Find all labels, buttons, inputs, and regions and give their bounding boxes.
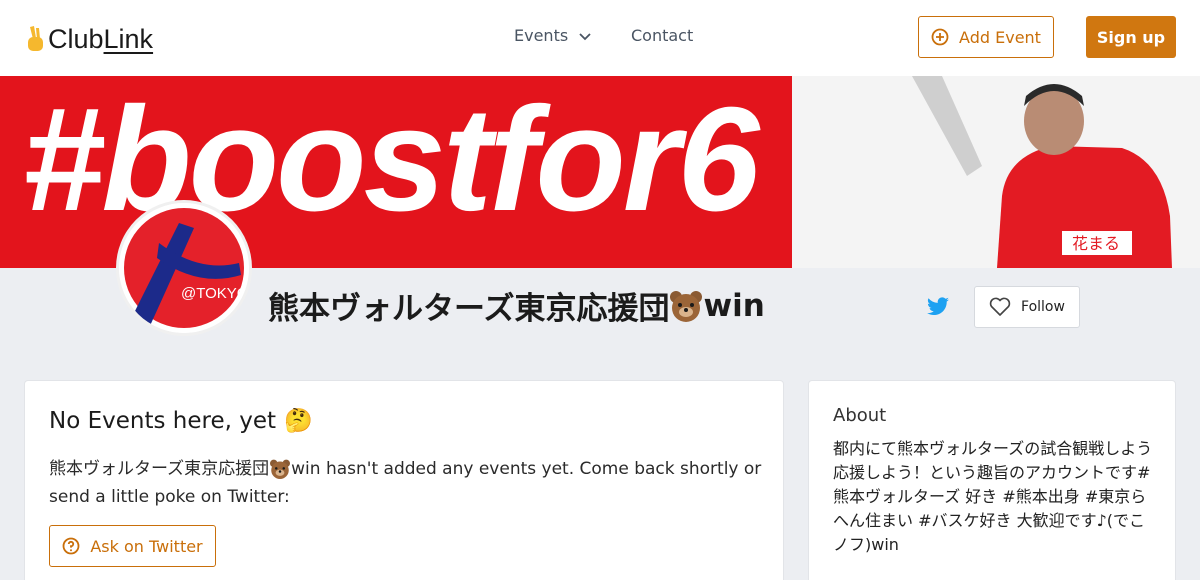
club-name-suffix: win [703,287,765,324]
add-event-button[interactable]: Add Event [918,16,1054,58]
logo-text-link: Link [103,23,154,54]
nav-contact[interactable]: Contact [631,26,693,45]
events-empty-message: 熊本ヴォルターズ東京応援団 win hasn't added any event… [49,455,763,511]
svg-text:花まる: 花まる [1072,235,1120,253]
signup-label: Sign up [1096,27,1166,47]
question-circle-icon [62,537,80,555]
club-name-text: 熊本ヴォルターズ東京応援団 [268,291,670,327]
avatar-text: @TOKYO [181,285,248,302]
chevron-down-icon [579,32,591,40]
follow-button[interactable]: Follow [974,286,1080,328]
follow-label: Follow [1021,299,1065,315]
ask-on-twitter-button[interactable]: Ask on Twitter [49,525,216,567]
player-photo: 花まる [792,76,1200,268]
site-header: Club Link Events Contact Add Event Sign u… [0,0,1200,76]
heart-icon [989,297,1011,316]
bear-face-icon [270,459,291,479]
events-title: No Events here, yet 🤔 [49,407,313,435]
club-name: 熊本ヴォルターズ東京応援団 win [268,283,765,328]
add-event-label: Add Event [959,27,1041,47]
about-description: 都内にて熊本ヴォルターズの試合観戦しよう応援しよう！という趣旨のアカウントです#… [833,439,1153,554]
victory-hand-icon [28,26,43,51]
banner-hashtag: #boostfor6 [22,77,760,242]
ask-on-twitter-label: Ask on Twitter [90,536,203,556]
events-title-text: No Events here, yet [49,407,277,434]
thinking-face-emoji: 🤔 [284,408,313,434]
about-title: About [833,405,887,426]
about-card: About 都内にて熊本ヴォルターズの試合観戦しよう応援しよう！という趣旨のアカ… [808,380,1176,580]
plus-circle-icon [931,28,949,46]
nav-events-label: Events [514,26,569,45]
events-card: No Events here, yet 🤔 熊本ヴォルターズ東京応援団 win … [24,380,784,580]
events-body-club: 熊本ヴォルターズ東京応援団 [49,459,270,479]
nav-events[interactable]: Events [514,26,592,45]
signup-button[interactable]: Sign up [1086,16,1176,58]
avatar-image: @TOKYO [119,203,249,333]
clublink-logo[interactable]: Club Link [24,22,153,56]
club-avatar: @TOKYO [116,200,252,336]
nav-contact-label: Contact [631,26,694,45]
banner-photo: 花まる [792,76,1200,268]
bear-face-icon [670,290,703,322]
logo-text-club: Club [48,23,104,54]
twitter-icon[interactable] [926,296,950,318]
